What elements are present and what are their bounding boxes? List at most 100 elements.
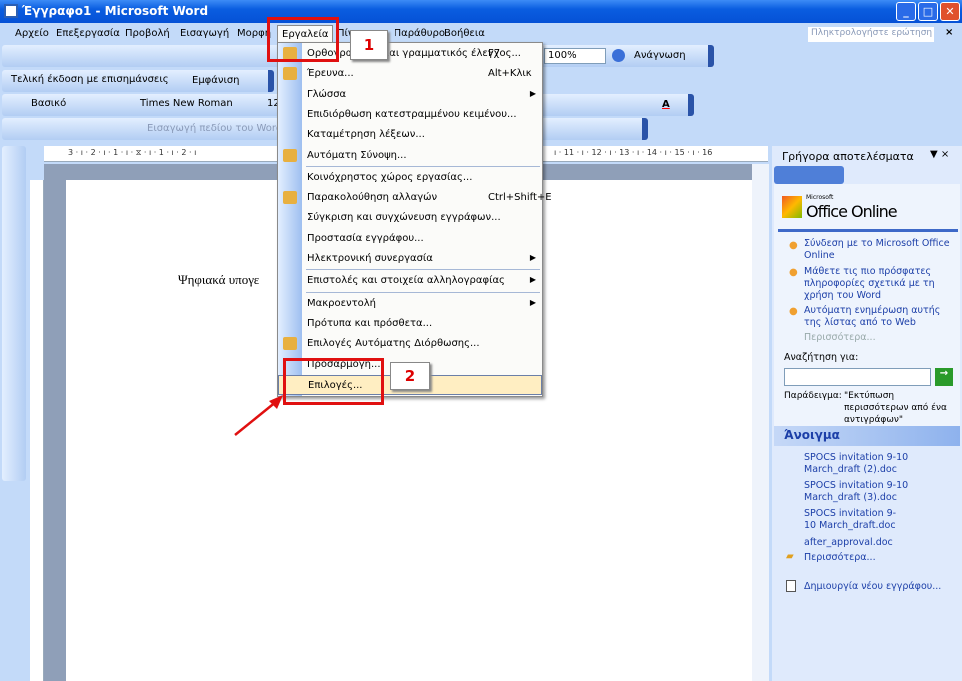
submenu-arrow-icon: ▶: [529, 88, 536, 98]
menu-window[interactable]: Παράθυρο: [395, 28, 445, 39]
open-title: Άνοιγμα: [784, 428, 840, 442]
menu-item[interactable]: Μακροεντολή ▶: [278, 294, 542, 314]
menu-item-label: Ηλεκτρονική συνεργασία: [307, 253, 433, 264]
track-changes-icon: [283, 191, 297, 205]
link-connect[interactable]: Σύνδεση με το Microsoft Office Online: [804, 238, 954, 262]
menu-item-label: Παρακολούθηση αλλαγών: [307, 192, 438, 204]
research-icon: [283, 67, 297, 81]
reviewing-toolbar: Τελική έκδοση με επισημάνσεις Εμφάνιση: [2, 70, 274, 92]
brand-small: Microsoft: [806, 194, 834, 201]
autocorrect-icon: [283, 337, 297, 351]
more-link[interactable]: Περισσότερα...: [804, 332, 876, 344]
reading-button[interactable]: Ανάγνωση: [634, 50, 686, 61]
open-section-header: Άνοιγμα: [774, 426, 960, 446]
menu-separator: [306, 269, 540, 271]
document-text: Ψηφιακά υπογε: [178, 272, 260, 287]
annotation-label-2: 2: [390, 362, 430, 390]
annotation-box-2: [283, 358, 384, 405]
word-icon: [4, 4, 18, 18]
bullet-icon: ●: [789, 306, 798, 317]
menu-item[interactable]: Πρότυπα και πρόσθετα...: [278, 314, 542, 334]
annotation-label-1: 1: [350, 30, 388, 60]
font-color-icon[interactable]: A: [662, 99, 670, 110]
example-text: "Εκτύπωση περισσότερων από ένα αντιγράφω…: [844, 391, 947, 425]
style-select[interactable]: Βασικό: [28, 97, 134, 113]
menu-item[interactable]: Επιστολές και στοιχεία αλληλογραφίας ▶: [278, 271, 542, 291]
link-learn[interactable]: Μάθετε τις πιο πρόσφατες πληροφορίες σχε…: [804, 266, 956, 302]
submenu-arrow-icon: ▶: [529, 297, 536, 307]
search-go-button[interactable]: →: [935, 368, 953, 386]
menu-item-label: Κοινόχρηστος χώρος εργασίας...: [307, 171, 473, 183]
insert-field-button[interactable]: Εισαγωγή πεδίου του Word: [147, 123, 282, 134]
menu-item[interactable]: Επιλογές Αυτόματης Διόρθωσης...: [278, 334, 542, 354]
menu-view[interactable]: Προβολή: [125, 28, 170, 39]
menu-item-label: Επιστολές και στοιχεία αλληλογραφίας: [307, 275, 505, 287]
ask-question-input[interactable]: Πληκτρολογήστε ερώτηση: [808, 27, 934, 42]
menu-separator: [306, 291, 540, 293]
recent-file[interactable]: SPOCS invitation 9-10 March_draft (2).do…: [804, 452, 958, 476]
menu-item-label: Σύγκριση και συγχώνευση εγγράφων...: [307, 212, 501, 224]
new-document-icon: [786, 580, 796, 592]
menu-item-label: Αυτόματη Σύνοψη...: [307, 149, 407, 161]
menu-help[interactable]: Βοήθεια: [444, 28, 485, 39]
ruler-ticks-right: ı · 11 · ı · 12 · ı · 13 · ı · 14 · ı · …: [554, 148, 713, 157]
menu-file[interactable]: Αρχείο: [15, 28, 49, 39]
help-icon[interactable]: [612, 49, 625, 62]
menu-separator: [306, 165, 540, 167]
more-files-link[interactable]: Περισσότερα...: [804, 552, 876, 564]
search-label: Αναζήτηση για:: [784, 352, 859, 363]
menu-item-label: Πρότυπα και πρόσθετα...: [307, 317, 433, 329]
menu-item[interactable]: Καταμέτρηση λέξεων...: [278, 125, 542, 145]
task-pane-menu-icon[interactable]: ▼ ×: [930, 149, 949, 160]
menu-item-shortcut: Alt+Κλικ: [488, 68, 532, 80]
menu-item[interactable]: Αυτόματη Σύνοψη...: [278, 146, 542, 166]
recent-file[interactable]: SPOCS invitation 9-10 March_draft.doc: [804, 508, 904, 532]
menu-item[interactable]: Επιδιόρθωση κατεστραμμένου κειμένου...: [278, 105, 542, 125]
zoom-select[interactable]: 100%: [544, 48, 606, 64]
menu-item-label: Καταμέτρηση λέξεων...: [307, 129, 425, 141]
example-label: Παράδειγμα:: [784, 391, 842, 401]
search-input[interactable]: [784, 368, 931, 386]
menu-item[interactable]: Ηλεκτρονική συνεργασία ▶: [278, 249, 542, 269]
menu-item[interactable]: Κοινόχρηστος χώρος εργασίας...: [278, 168, 542, 188]
annotation-box-1: [267, 17, 339, 62]
font-select[interactable]: Times New Roman: [137, 97, 255, 113]
submenu-arrow-icon: ▶: [529, 275, 536, 285]
link-update[interactable]: Αυτόματη ενημέρωση αυτής της λίστας από …: [804, 305, 954, 329]
minimize-button[interactable]: _: [896, 2, 916, 21]
tools-menu: Ορθογραφικός και γραμματικός έλεγχος... F…: [277, 42, 552, 397]
menu-item[interactable]: Έρευνα... Alt+Κλικ: [278, 64, 542, 84]
new-document-link[interactable]: Δημιουργία νέου εγγράφου...: [804, 581, 941, 593]
menu-item-label: Γλώσσα: [307, 88, 347, 100]
bullet-icon: ●: [789, 240, 798, 251]
menu-item[interactable]: Προστασία εγγράφου...: [278, 229, 542, 249]
recent-file[interactable]: SPOCS invitation 9-10 March_draft (3).do…: [804, 480, 958, 504]
maximize-button[interactable]: □: [918, 2, 938, 21]
vertical-scrollbar[interactable]: [752, 164, 769, 681]
close-doc-icon[interactable]: ×: [945, 27, 953, 38]
office-logo-icon: [782, 196, 802, 218]
close-button[interactable]: ✕: [940, 2, 960, 21]
vertical-ruler[interactable]: [30, 180, 44, 681]
menu-item-shortcut: Ctrl+Shift+E: [488, 192, 552, 204]
menu-item-label: Έρευνα...: [307, 68, 354, 80]
drawing-toolbar: [2, 146, 26, 481]
task-pane-title: Γρήγορα αποτελέσματα: [782, 150, 914, 163]
recent-file[interactable]: after_approval.doc: [804, 537, 893, 549]
menu-insert[interactable]: Εισαγωγή: [180, 28, 229, 39]
markup-select[interactable]: Τελική έκδοση με επισημάνσεις: [8, 73, 190, 89]
menu-item-label: Επιδιόρθωση κατεστραμμένου κειμένου...: [307, 108, 517, 120]
menu-item[interactable]: Παρακολούθηση αλλαγών Ctrl+Shift+E: [278, 188, 552, 208]
menu-edit[interactable]: Επεξεργασία: [56, 28, 120, 39]
show-button[interactable]: Εμφάνιση: [192, 75, 240, 86]
menu-item[interactable]: Σύγκριση και συγχώνευση εγγράφων...: [278, 208, 542, 228]
task-pane: Γρήγορα αποτελέσματα ▼ × Microsoft Offic…: [772, 146, 962, 681]
office-online-logo: Office Online: [806, 202, 898, 221]
menu-item-label: Προστασία εγγράφου...: [307, 232, 424, 244]
autosummary-icon: [283, 148, 297, 162]
task-pane-nav[interactable]: [774, 166, 844, 184]
menu-bar: Αρχείο Επεξεργασία Προβολή Εισαγωγή Μορφ…: [0, 24, 962, 44]
ruler-ticks: 3 · ı · 2 · ı · 1 · ı · ⧖ · ı · 1 · ı · …: [68, 148, 197, 157]
window-title: Έγγραφο1 - Microsoft Word: [22, 4, 209, 18]
menu-item[interactable]: Γλώσσα ▶: [278, 85, 542, 105]
